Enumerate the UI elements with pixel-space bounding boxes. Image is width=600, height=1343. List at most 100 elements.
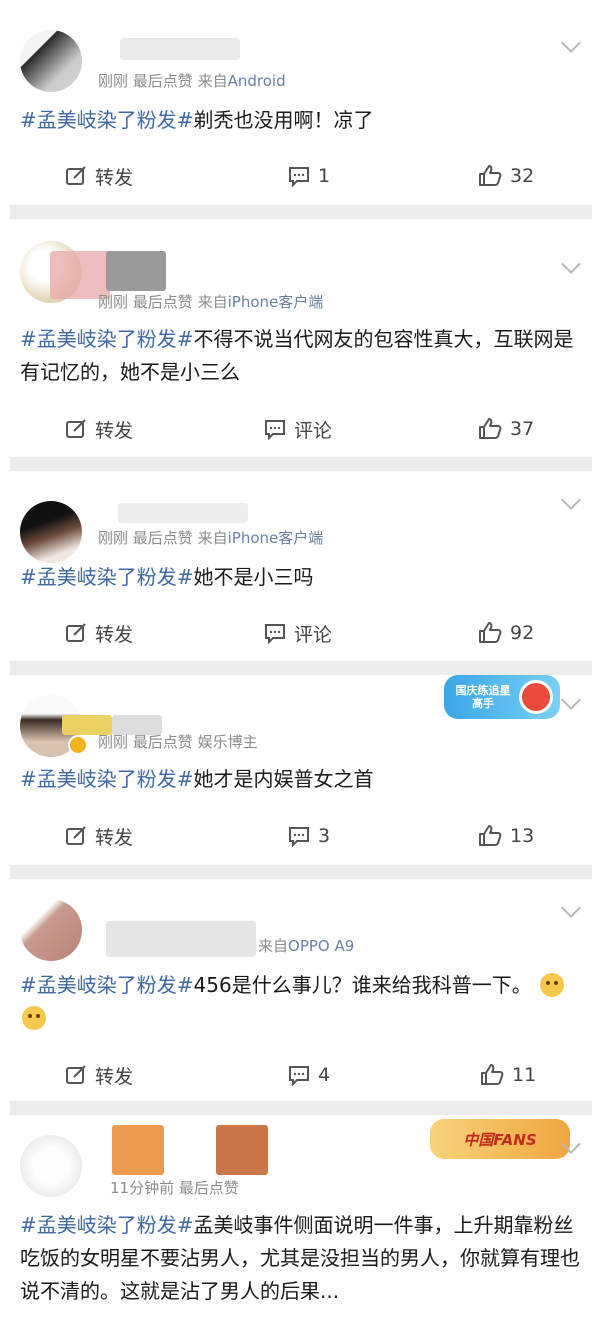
thumbs-up-icon: [479, 418, 502, 439]
repost-label: 转发: [95, 1065, 134, 1088]
meta-from: 来自: [197, 293, 228, 311]
like-count: 92: [510, 622, 535, 644]
comment-card[interactable]: 刚刚 最后点赞 来自Android #孟美岐染了粉发#剃秃也没用啊！凉了 转发 …: [10, 0, 592, 205]
topic-hashtag[interactable]: #孟美岐染了粉发#: [20, 1213, 194, 1237]
username-redacted: [112, 1125, 164, 1175]
mascot-icon: [519, 680, 553, 714]
comment-button[interactable]: 3: [288, 816, 330, 856]
comment-meta: 刚刚 最后点赞 来自iPhone客户端: [98, 291, 323, 312]
topic-hashtag[interactable]: #孟美岐染了粉发#: [20, 767, 194, 791]
comment-button[interactable]: 1: [288, 156, 330, 196]
chevron-down-icon[interactable]: [561, 254, 581, 274]
chevron-down-icon[interactable]: [561, 33, 581, 53]
comment-body: 她不是小三吗: [193, 565, 314, 589]
username-redacted: [216, 1125, 268, 1175]
comment-text: #孟美岐染了粉发#456是什么事儿？谁来给我科普一下。: [20, 969, 582, 1035]
comment-button[interactable]: 评论: [264, 409, 332, 449]
comment-text: #孟美岐染了粉发#她才是内娱普女之首: [20, 763, 582, 796]
comment-card[interactable]: 刚刚 最后点赞 娱乐博主 国庆练追星高手 #孟美岐染了粉发#她才是内娱普女之首 …: [10, 675, 592, 865]
like-button[interactable]: 11: [480, 1055, 536, 1095]
meta-source: Android: [227, 72, 286, 90]
repost-button[interactable]: 转发: [65, 156, 133, 196]
comment-meta: 刚刚 最后点赞 来自iPhone客户端: [98, 527, 323, 548]
topic-hashtag[interactable]: #孟美岐染了粉发#: [20, 565, 194, 589]
comment-button[interactable]: 评论: [264, 613, 332, 653]
divider: [10, 1101, 592, 1115]
like-button[interactable]: 37: [478, 409, 534, 449]
comment-count: 3: [318, 825, 331, 847]
comment-meta: 11分钟前 最后点赞: [110, 1177, 239, 1198]
chevron-down-icon[interactable]: [561, 490, 581, 510]
repost-icon: [66, 166, 86, 185]
comment-icon: [289, 827, 309, 847]
chevron-down-icon[interactable]: [561, 690, 581, 710]
avatar[interactable]: [20, 1135, 82, 1197]
repost-button[interactable]: 转发: [65, 816, 133, 856]
meta-from: 来自: [197, 529, 228, 547]
repost-label: 转发: [95, 826, 134, 849]
repost-icon: [66, 826, 86, 845]
repost-button[interactable]: 转发: [65, 613, 133, 653]
like-count: 11: [512, 1064, 537, 1086]
meta-time: 刚刚: [98, 72, 129, 90]
fan-badge-label: 国庆练追星高手: [455, 684, 511, 710]
thumbs-up-icon: [479, 825, 502, 846]
comment-meta: 刚刚 最后点赞 来自Android: [98, 70, 286, 91]
topic-hashtag[interactable]: #孟美岐染了粉发#: [20, 108, 194, 132]
repost-button[interactable]: 转发: [65, 1055, 133, 1095]
comment-card[interactable]: 刚刚 最后点赞 来自iPhone客户端 #孟美岐染了粉发#她不是小三吗 转发 评…: [10, 471, 592, 661]
comment-text: #孟美岐染了粉发#她不是小三吗: [20, 561, 582, 594]
repost-label: 转发: [95, 166, 134, 189]
meta-from: 来自: [197, 72, 228, 90]
meta-like: 最后点赞: [178, 1179, 239, 1197]
repost-label: 转发: [95, 419, 134, 442]
comment-card[interactable]: 刚刚 最后点赞 来自iPhone客户端 #孟美岐染了粉发#不得不说当代网友的包容…: [10, 219, 592, 457]
avatar[interactable]: [20, 899, 82, 961]
comment-body: 456是什么事儿？谁来给我科普一下。: [193, 973, 532, 997]
divider: [10, 457, 592, 471]
comment-icon: [289, 1066, 309, 1086]
fan-badge[interactable]: 国庆练追星高手: [444, 675, 560, 719]
topic-hashtag[interactable]: #孟美岐染了粉发#: [20, 327, 194, 351]
comment-text: #孟美岐染了粉发#剃秃也没用啊！凉了: [20, 104, 582, 137]
divider: [10, 661, 592, 675]
repost-icon: [66, 419, 86, 438]
meta-source: OPPO A9: [288, 937, 355, 955]
like-button[interactable]: 32: [478, 156, 534, 196]
like-button[interactable]: 13: [478, 816, 534, 856]
avatar[interactable]: [20, 30, 82, 92]
repost-button[interactable]: 转发: [65, 409, 133, 449]
fan-badge[interactable]: 中国FANS: [430, 1119, 570, 1159]
emoji-icon: [540, 973, 565, 997]
action-bar: 转发 4 11: [10, 1055, 592, 1095]
avatar[interactable]: [20, 501, 82, 563]
comment-label: 评论: [294, 419, 333, 442]
username-redacted: [118, 503, 248, 523]
meta-source: iPhone客户端: [227, 293, 324, 311]
like-button[interactable]: 92: [478, 613, 534, 653]
comment-text: #孟美岐染了粉发#不得不说当代网友的包容性真大，互联网是有记忆的，她不是小三么: [20, 323, 582, 389]
meta-like: 最后点赞: [132, 529, 193, 547]
comment-feed: 刚刚 最后点赞 来自Android #孟美岐染了粉发#剃秃也没用啊！凉了 转发 …: [0, 0, 600, 1343]
thumbs-up-icon: [481, 1064, 504, 1085]
comment-button[interactable]: 4: [288, 1055, 330, 1095]
repost-icon: [66, 623, 86, 642]
thumbs-up-icon: [479, 622, 502, 643]
repost-label: 转发: [95, 623, 134, 646]
comment-card[interactable]: 11分钟前 最后点赞 中国FANS #孟美岐染了粉发#孟美岐事件侧面说明一件事，…: [10, 1115, 592, 1343]
comment-icon: [265, 624, 285, 644]
meta-time: 刚刚: [98, 293, 129, 311]
topic-hashtag[interactable]: #孟美岐染了粉发#: [20, 973, 194, 997]
comment-card[interactable]: 来自OPPO A9 #孟美岐染了粉发#456是什么事儿？谁来给我科普一下。 转发…: [10, 879, 592, 1101]
meta-time: 刚刚: [98, 733, 129, 751]
comment-body: 她才是内娱普女之首: [193, 767, 374, 791]
comment-meta: 刚刚 最后点赞 娱乐博主: [98, 731, 258, 752]
action-bar: 转发 1 32: [10, 156, 592, 196]
meta-from: 来自: [258, 937, 289, 955]
chevron-down-icon[interactable]: [561, 898, 581, 918]
comment-icon: [265, 420, 285, 440]
username-redacted: [120, 38, 240, 60]
like-count: 37: [510, 418, 535, 440]
comment-count: 1: [318, 165, 331, 187]
divider: [10, 205, 592, 219]
